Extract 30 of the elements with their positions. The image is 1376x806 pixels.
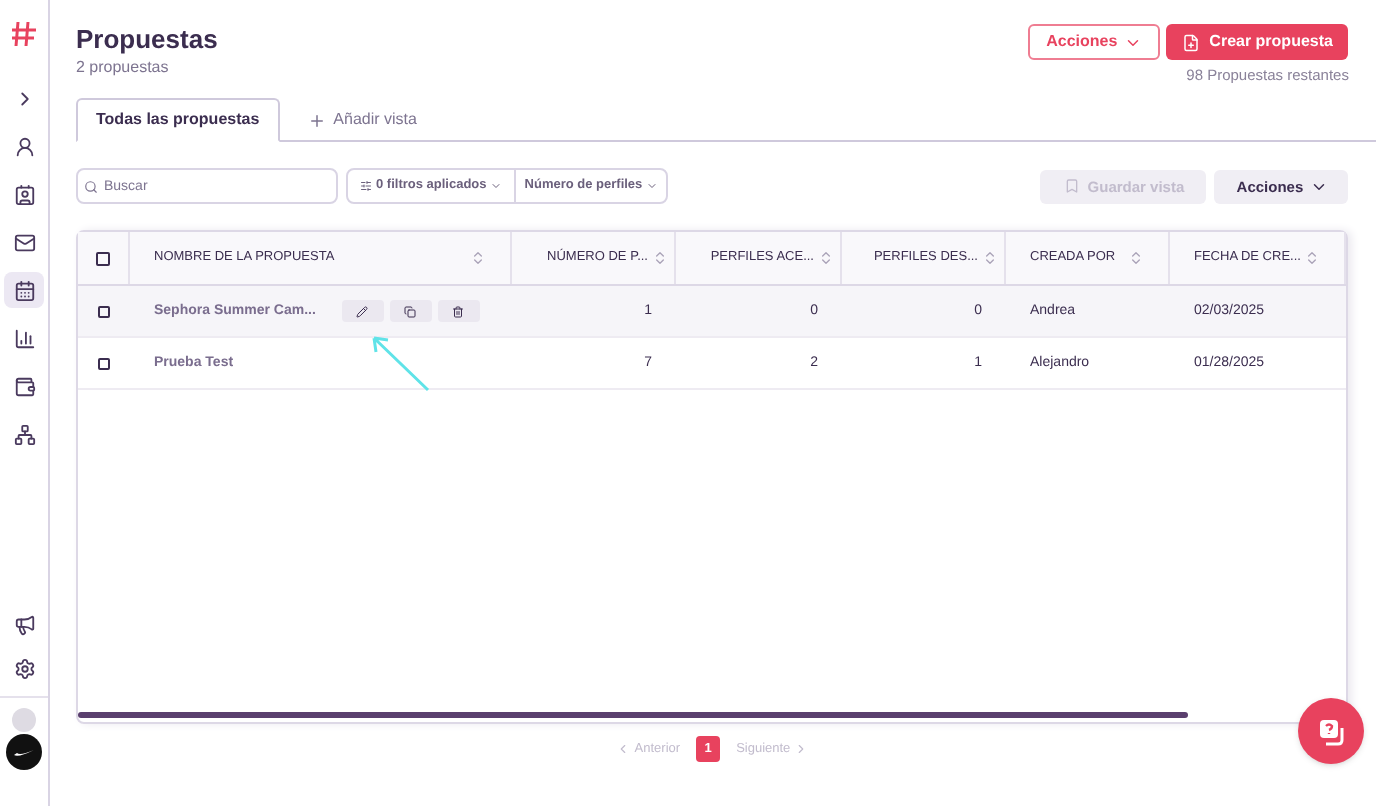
- page-title: Propuestas: [76, 24, 218, 56]
- calendar-icon[interactable]: [4, 272, 44, 308]
- chevron-left-icon: [616, 742, 631, 757]
- chevron-right-icon: [794, 742, 809, 757]
- help-icon: [1317, 717, 1346, 745]
- proposal-count: 2 propuestas: [76, 56, 171, 80]
- row-checkbox[interactable]: [98, 357, 110, 370]
- file-plus-icon: [1181, 33, 1200, 51]
- trash-icon: [452, 305, 465, 318]
- select-all-checkbox[interactable]: [96, 251, 110, 266]
- row-checkbox[interactable]: [98, 305, 110, 318]
- edit-button[interactable]: [341, 300, 384, 323]
- help-button[interactable]: [1298, 698, 1365, 764]
- view-tab[interactable]: Todas las propuestas: [76, 98, 280, 143]
- view-tab[interactable]: Añadir vista: [289, 98, 435, 143]
- copy-icon: [404, 305, 417, 318]
- chevron-down-icon: [646, 180, 659, 193]
- pencil-icon: [356, 305, 369, 318]
- scroll-bar[interactable]: [78, 712, 1188, 719]
- bookmark-icon: [1063, 178, 1080, 195]
- plus-icon: [307, 111, 326, 130]
- create-proposal-button[interactable]: Crear propuesta: [1165, 24, 1349, 60]
- logo-icon[interactable]: [6, 734, 42, 770]
- duplicate-button[interactable]: [389, 300, 432, 323]
- sliders-icon: [360, 180, 372, 193]
- search-icon: [84, 179, 98, 194]
- delete-button[interactable]: [437, 300, 480, 323]
- chevron-down-icon: [490, 180, 503, 193]
- arrow-drawing: [368, 332, 432, 394]
- actions-button[interactable]: Acciones: [1028, 24, 1160, 60]
